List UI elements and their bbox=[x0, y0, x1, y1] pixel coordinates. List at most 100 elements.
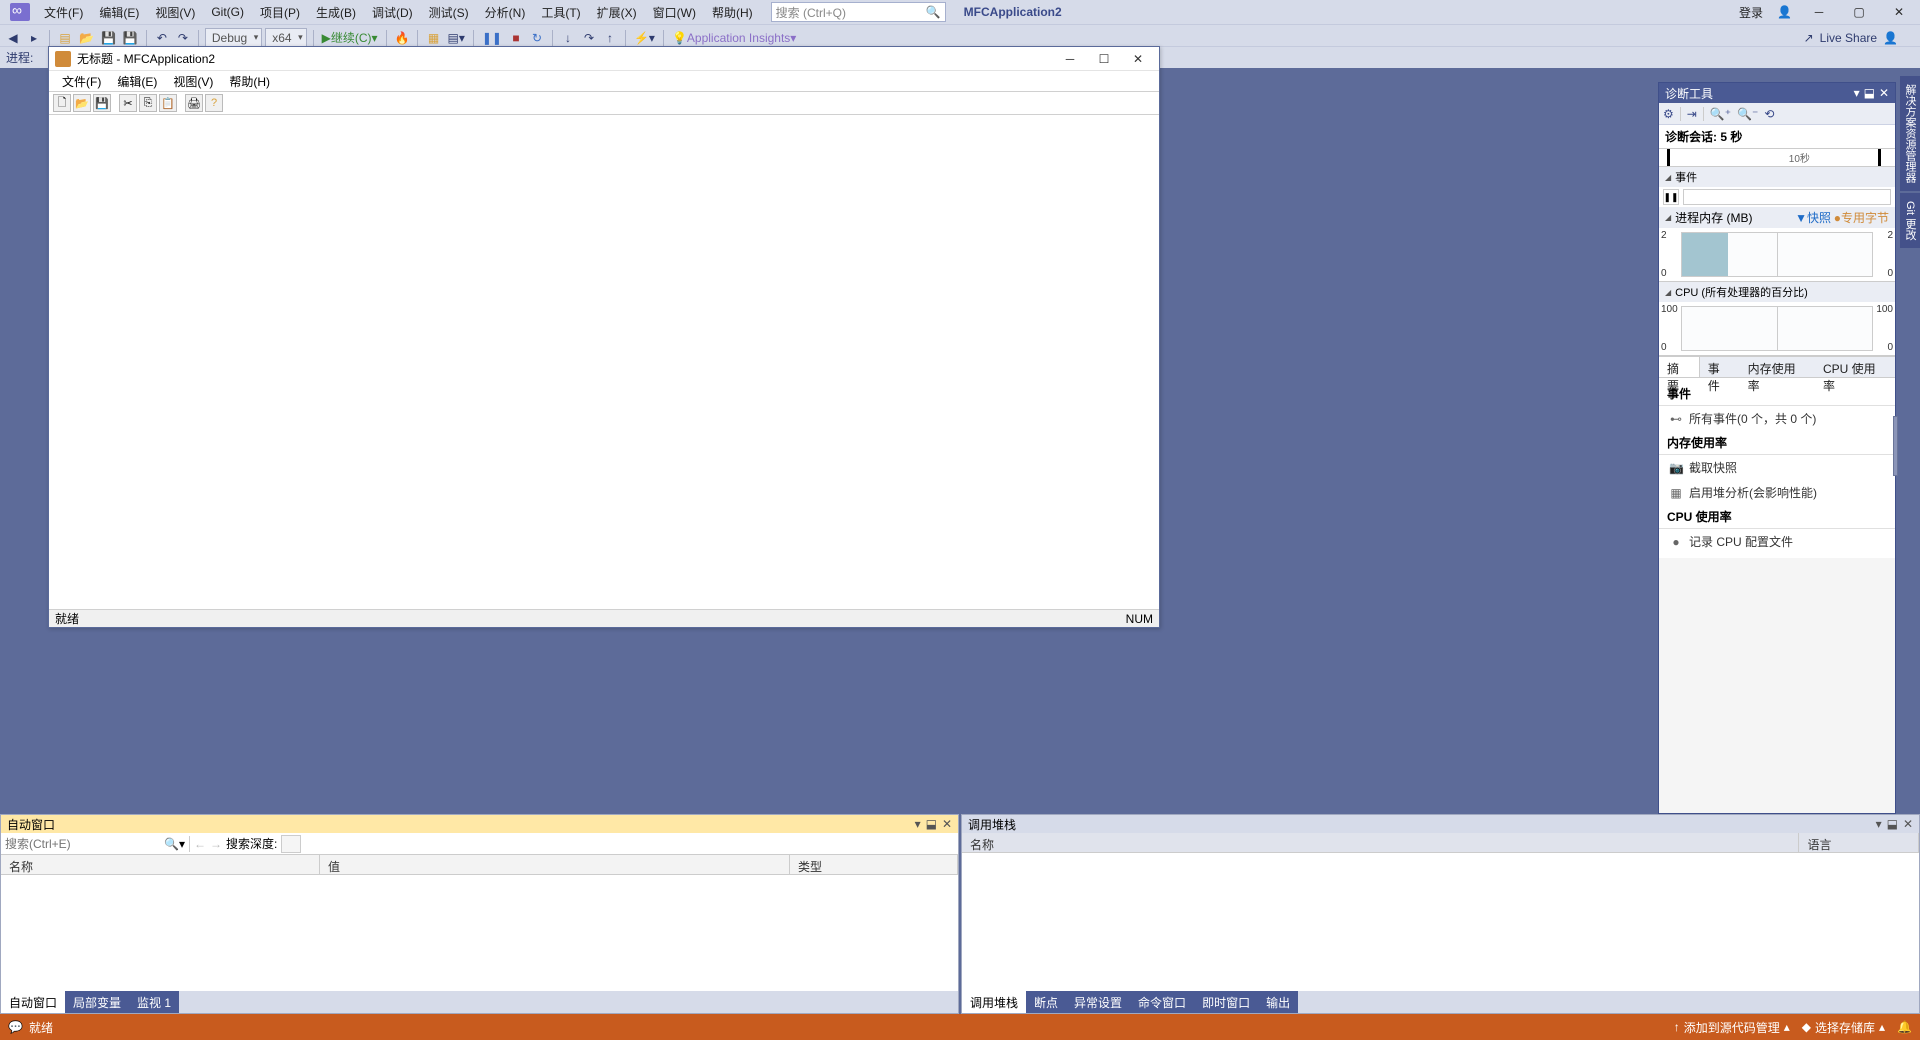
autos-col-value[interactable]: 值 bbox=[320, 855, 790, 874]
new-icon[interactable]: ▤ bbox=[56, 28, 74, 48]
mfc-close-button[interactable]: ✕ bbox=[1123, 52, 1153, 66]
diagnostics-title[interactable]: 诊断工具 ▾⬓✕ bbox=[1659, 83, 1895, 103]
menu-build[interactable]: 生成(B) bbox=[308, 1, 364, 24]
step-into-icon[interactable]: ↓ bbox=[559, 28, 577, 48]
menu-tools[interactable]: 工具(T) bbox=[533, 1, 588, 24]
callstack-pin-icon[interactable]: ⬓ bbox=[1887, 817, 1898, 831]
nav-fwd-icon[interactable]: ▸ bbox=[25, 28, 43, 48]
diag-zoom-in-icon[interactable]: 🔍⁺ bbox=[1710, 107, 1731, 121]
autos-pin-icon[interactable]: ⬓ bbox=[926, 817, 937, 831]
undo-icon[interactable]: ↶ bbox=[153, 28, 171, 48]
stop-icon[interactable]: ■ bbox=[507, 28, 525, 48]
panel-dropdown-icon[interactable]: ▾ bbox=[1854, 86, 1860, 100]
menu-edit[interactable]: 编辑(E) bbox=[91, 1, 147, 24]
diag-reset-icon[interactable]: ⟲ bbox=[1764, 107, 1774, 121]
step-out-icon[interactable]: ↑ bbox=[601, 28, 619, 48]
callstack-title[interactable]: 调用堆栈 ▾⬓✕ bbox=[962, 815, 1919, 833]
menu-view[interactable]: 视图(V) bbox=[147, 1, 203, 24]
autos-back-icon[interactable]: ← bbox=[194, 837, 206, 851]
hot-reload-icon[interactable]: 🔥 bbox=[393, 28, 412, 48]
tb-icon-1[interactable]: ▦ bbox=[424, 28, 442, 48]
mfc-cut-icon[interactable]: ✂ bbox=[119, 94, 137, 112]
menu-window[interactable]: 窗口(W) bbox=[645, 1, 704, 24]
tab-watch[interactable]: 监视 1 bbox=[129, 991, 179, 1013]
feedback-icon[interactable]: 👤 bbox=[1883, 31, 1898, 45]
menu-extensions[interactable]: 扩展(X) bbox=[589, 1, 645, 24]
mfc-client-area[interactable] bbox=[51, 115, 1157, 607]
mfc-paste-icon[interactable]: 📋 bbox=[159, 94, 177, 112]
mfc-open-icon[interactable]: 📂 bbox=[73, 94, 91, 112]
pause-icon[interactable]: ❚❚ bbox=[480, 28, 504, 48]
autos-depth-dropdown[interactable] bbox=[281, 835, 301, 853]
diag-tab-summary[interactable]: 摘要 bbox=[1659, 357, 1700, 377]
diag-pause-button[interactable]: ❚❚ bbox=[1663, 189, 1679, 205]
notifications-icon[interactable]: 🔔 bbox=[1897, 1020, 1912, 1034]
diag-export-icon[interactable]: ⇥ bbox=[1687, 107, 1697, 121]
mfc-menu-help[interactable]: 帮助(H) bbox=[222, 72, 277, 91]
continue-button[interactable]: ▶ 继续(C) ▾ bbox=[320, 28, 380, 48]
menu-git[interactable]: Git(G) bbox=[203, 2, 252, 22]
panel-close-icon[interactable]: ✕ bbox=[1879, 86, 1889, 100]
mfc-menu-view[interactable]: 视图(V) bbox=[166, 72, 220, 91]
menu-debug[interactable]: 调试(D) bbox=[364, 1, 421, 24]
autos-search-input[interactable] bbox=[5, 835, 160, 853]
minimize-button[interactable]: ─ bbox=[1802, 5, 1836, 19]
mfc-maximize-button[interactable]: ☐ bbox=[1089, 52, 1119, 66]
tab-autos[interactable]: 自动窗口 bbox=[1, 991, 65, 1013]
callstack-dropdown-icon[interactable]: ▾ bbox=[1876, 817, 1882, 831]
menu-analyze[interactable]: 分析(N) bbox=[477, 1, 534, 24]
mfc-menu-edit[interactable]: 编辑(E) bbox=[110, 72, 164, 91]
tab-callstack[interactable]: 调用堆栈 bbox=[962, 991, 1026, 1013]
autos-fwd-icon[interactable]: → bbox=[210, 837, 222, 851]
diag-tab-events[interactable]: 事件 bbox=[1700, 357, 1740, 377]
redo-icon[interactable]: ↷ bbox=[174, 28, 192, 48]
mfc-minimize-button[interactable]: ─ bbox=[1055, 52, 1085, 66]
mfc-about-icon[interactable]: ? bbox=[205, 94, 223, 112]
diag-cpu-header[interactable]: CPU (所有处理器的百分比) bbox=[1659, 282, 1895, 302]
callstack-col-lang[interactable]: 语言 bbox=[1799, 833, 1919, 852]
menu-project[interactable]: 项目(P) bbox=[252, 1, 308, 24]
insights-icon[interactable]: 💡 Application Insights ▾ bbox=[670, 28, 798, 48]
repo-button[interactable]: ◆选择存储库▴ bbox=[1802, 1019, 1885, 1036]
diag-zoom-out-icon[interactable]: 🔍⁻ bbox=[1737, 107, 1758, 121]
tab-immediate[interactable]: 即时窗口 bbox=[1194, 991, 1258, 1013]
diag-events-header[interactable]: 事件 bbox=[1659, 167, 1895, 187]
menu-help[interactable]: 帮助(H) bbox=[704, 1, 761, 24]
restart-icon[interactable]: ↻ bbox=[528, 28, 546, 48]
scroll-thumb[interactable] bbox=[1893, 416, 1898, 476]
mfc-print-icon[interactable]: 🖨 bbox=[185, 94, 203, 112]
autos-dropdown-icon[interactable]: ▾ bbox=[915, 817, 921, 831]
save-icon[interactable]: 💾 bbox=[99, 28, 118, 48]
vtab-solution-explorer[interactable]: 解决方案资源管理器 bbox=[1900, 76, 1920, 191]
mfc-new-icon[interactable]: 🗋 bbox=[53, 94, 71, 112]
autos-title[interactable]: 自动窗口 ▾⬓✕ bbox=[1, 815, 958, 833]
diag-all-events-link[interactable]: ⊷所有事件(0 个，共 0 个) bbox=[1659, 406, 1895, 431]
callstack-close-icon[interactable]: ✕ bbox=[1903, 817, 1913, 831]
login-button[interactable]: 登录 bbox=[1735, 4, 1767, 21]
vtab-git-changes[interactable]: Git 更改 bbox=[1900, 193, 1920, 248]
autos-close-icon[interactable]: ✕ bbox=[942, 817, 952, 831]
diag-memory-chart[interactable]: 2 0 2 0 bbox=[1659, 228, 1895, 282]
account-icon[interactable]: 👤 bbox=[1773, 5, 1796, 19]
tb-icon-3[interactable]: ⚡▾ bbox=[632, 28, 657, 48]
diag-record-link[interactable]: ●记录 CPU 配置文件 bbox=[1659, 529, 1895, 554]
live-share-button[interactable]: Live Share bbox=[1820, 31, 1877, 45]
mfc-menu-file[interactable]: 文件(F) bbox=[55, 72, 108, 91]
step-over-icon[interactable]: ↷ bbox=[580, 28, 598, 48]
diag-tab-cpu[interactable]: CPU 使用率 bbox=[1815, 357, 1895, 377]
menu-test[interactable]: 测试(S) bbox=[421, 1, 477, 24]
diag-timeline[interactable]: 10秒 bbox=[1659, 149, 1895, 167]
diag-heap-link[interactable]: ▦启用堆分析(会影响性能) bbox=[1659, 480, 1895, 505]
menu-file[interactable]: 文件(F) bbox=[36, 1, 91, 24]
diag-settings-icon[interactable]: ⚙ bbox=[1663, 107, 1674, 121]
autos-col-type[interactable]: 类型 bbox=[790, 855, 958, 874]
mfc-title-bar[interactable]: 无标题 - MFCApplication2 ─ ☐ ✕ bbox=[49, 47, 1159, 71]
search-icon[interactable]: 🔍▾ bbox=[164, 837, 185, 851]
tab-breakpoints[interactable]: 断点 bbox=[1026, 991, 1066, 1013]
autos-col-name[interactable]: 名称 bbox=[1, 855, 320, 874]
source-control-button[interactable]: ↑添加到源代码管理▴ bbox=[1674, 1019, 1790, 1036]
global-search-input[interactable]: 搜索 (Ctrl+Q) 🔍 bbox=[771, 2, 946, 22]
diag-snapshot-link[interactable]: 📷截取快照 bbox=[1659, 455, 1895, 480]
tab-exception[interactable]: 异常设置 bbox=[1066, 991, 1130, 1013]
tab-locals[interactable]: 局部变量 bbox=[65, 991, 129, 1013]
